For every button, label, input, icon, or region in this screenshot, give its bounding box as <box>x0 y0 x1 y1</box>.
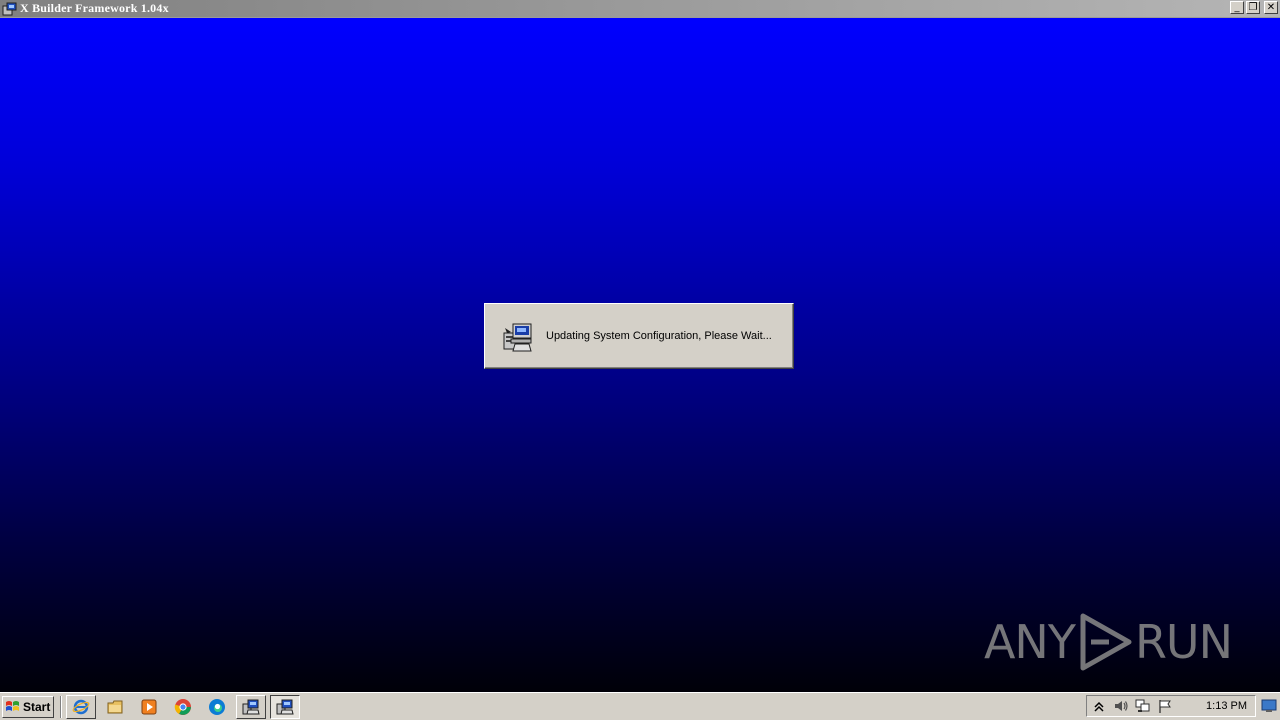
show-hidden-icons-button[interactable] <box>1089 697 1109 715</box>
quicklaunch-media-player[interactable] <box>134 695 164 719</box>
start-label: Start <box>23 699 51 714</box>
task-button-installer-1[interactable] <box>236 694 266 719</box>
taskbar: Start 1:13 PM <box>0 692 1280 720</box>
anyrun-watermark: ANY RUN <box>983 612 1233 672</box>
screen: X Builder Framework 1.04x _ ❐ ✕ Updating… <box>0 0 1280 720</box>
volume-icon <box>1115 701 1128 711</box>
network-button[interactable] <box>1133 697 1153 715</box>
watermark-run: RUN <box>1134 615 1233 669</box>
watermark-any: ANY <box>983 615 1076 669</box>
action-center-flag-icon <box>1159 700 1171 713</box>
window-controls: _ ❐ ✕ <box>1230 1 1278 14</box>
installer-app-icon <box>2 2 17 15</box>
minimize-icon: _ <box>1234 2 1240 13</box>
start-button[interactable]: Start <box>2 695 54 718</box>
installer-task-icon <box>242 699 260 714</box>
play-triangle-icon <box>1080 613 1132 671</box>
close-button[interactable]: ✕ <box>1264 1 1278 14</box>
quicklaunch-chrome[interactable] <box>168 695 198 719</box>
taskbar-separator <box>60 695 62 718</box>
task-button-installer-2[interactable] <box>270 694 300 719</box>
system-tray: 1:13 PM <box>1086 695 1256 717</box>
chrome-icon <box>174 698 191 715</box>
windows-logo-icon <box>6 700 19 711</box>
volume-button[interactable] <box>1111 697 1131 715</box>
window-titlebar[interactable]: X Builder Framework 1.04x _ ❐ ✕ <box>0 0 1280 18</box>
minimize-button[interactable]: _ <box>1230 1 1244 14</box>
media-player-icon <box>141 699 157 714</box>
internet-explorer-icon <box>72 699 90 714</box>
quicklaunch-file-explorer[interactable] <box>100 695 130 719</box>
restore-button[interactable]: ❐ <box>1246 1 1260 14</box>
quicklaunch-internet-explorer[interactable] <box>66 694 96 719</box>
network-icon <box>1135 699 1150 712</box>
action-center-button[interactable] <box>1155 697 1175 715</box>
edge-icon <box>209 698 225 715</box>
show-desktop-button[interactable] <box>1260 697 1278 715</box>
window-title: X Builder Framework 1.04x <box>20 1 169 15</box>
taskbar-clock[interactable]: 1:13 PM <box>1206 700 1247 712</box>
close-icon: ✕ <box>1266 2 1276 13</box>
show-hidden-icons-icon <box>1094 701 1104 712</box>
quicklaunch-edge[interactable] <box>202 695 232 719</box>
restore-icon: ❐ <box>1248 2 1258 13</box>
file-explorer-icon <box>107 700 123 713</box>
installer-computer-icon <box>503 323 532 352</box>
installer-task-icon <box>276 699 294 714</box>
wait-message: Updating System Configuration, Please Wa… <box>546 330 772 342</box>
wait-dialog: Updating System Configuration, Please Wa… <box>484 303 794 369</box>
show-desktop-icon <box>1261 699 1277 712</box>
